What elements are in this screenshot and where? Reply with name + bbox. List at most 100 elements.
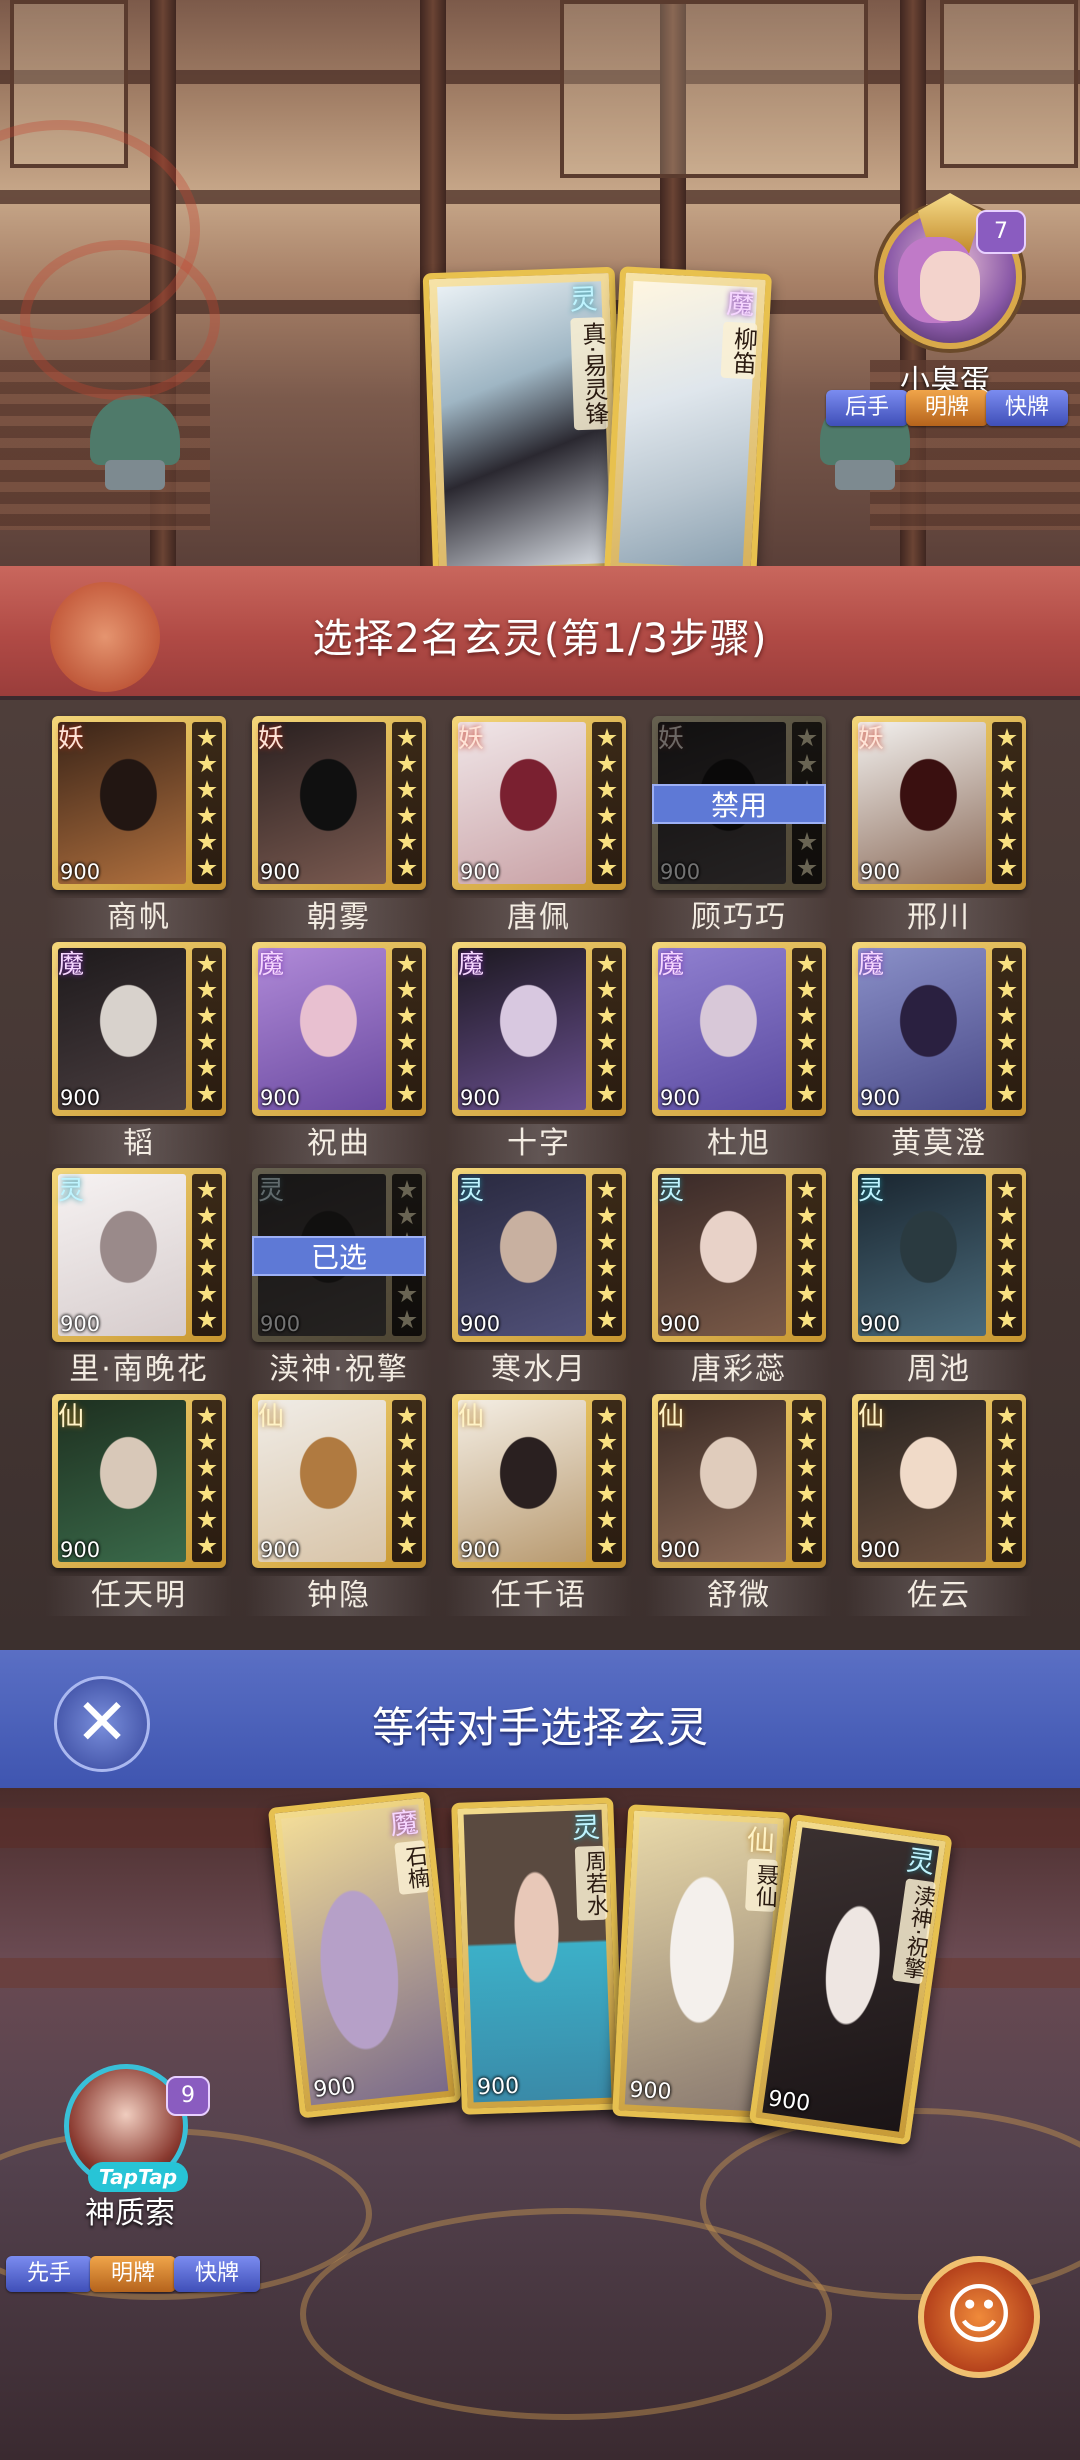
- star-icon: [397, 780, 417, 799]
- star-icon: [197, 728, 217, 747]
- star-icon: [797, 1432, 817, 1451]
- character-card[interactable]: 魔 900: [52, 942, 226, 1116]
- star-icon: [597, 1084, 617, 1103]
- faction-icon: 妖: [858, 724, 885, 754]
- emoji-button[interactable]: ☺: [918, 2256, 1040, 2378]
- character-cell[interactable]: 灵 900 周池: [846, 1168, 1052, 1396]
- card-cost: 900: [460, 1086, 501, 1110]
- star-icon: [397, 1084, 417, 1103]
- character-name: 唐佩: [446, 898, 632, 938]
- player-level-badge: 9: [166, 2076, 210, 2116]
- character-card[interactable]: 仙 900: [52, 1394, 226, 1568]
- character-name: 朝雾: [246, 898, 432, 938]
- player-name: 神质索: [85, 2196, 175, 2231]
- character-card[interactable]: 魔 900: [652, 942, 826, 1116]
- star-rating: [592, 1400, 622, 1562]
- opponent-tag-open-hand: 明牌: [906, 390, 988, 426]
- star-icon: [997, 1032, 1017, 1051]
- character-cell[interactable]: 灵 900 唐彩蕊: [646, 1168, 852, 1396]
- star-rating: [792, 1400, 822, 1562]
- star-icon: [797, 1206, 817, 1225]
- star-icon: [597, 1032, 617, 1051]
- faction-icon: 魔: [258, 950, 285, 980]
- character-cell[interactable]: 魔 900 韬: [46, 942, 252, 1170]
- character-card[interactable]: 灵 900: [52, 1168, 226, 1342]
- hand-card[interactable]: 魔石楠 900: [267, 1791, 462, 2119]
- star-icon: [397, 1284, 417, 1303]
- character-card[interactable]: 魔 900: [852, 942, 1026, 1116]
- character-cell[interactable]: 仙 900 舒微: [646, 1394, 852, 1622]
- character-card[interactable]: 仙 900: [852, 1394, 1026, 1568]
- star-icon: [197, 1510, 217, 1529]
- star-icon: [997, 954, 1017, 973]
- card-cost: 900: [660, 860, 701, 884]
- character-cell[interactable]: 妖 900 禁用 顾巧巧: [646, 716, 852, 944]
- hand-card[interactable]: 灵周若水 900: [451, 1797, 624, 2115]
- character-cell[interactable]: 灵 900 寒水月: [446, 1168, 652, 1396]
- star-icon: [597, 754, 617, 773]
- star-icon: [997, 780, 1017, 799]
- character-card[interactable]: 仙 900: [452, 1394, 626, 1568]
- character-card[interactable]: 妖 900: [852, 716, 1026, 890]
- player-tag-open-hand: 明牌: [90, 2256, 176, 2292]
- star-icon: [997, 1432, 1017, 1451]
- character-card[interactable]: 妖 900: [452, 716, 626, 890]
- character-card[interactable]: 灵 900: [452, 1168, 626, 1342]
- character-card[interactable]: 仙 900: [252, 1394, 426, 1568]
- star-icon: [797, 754, 817, 773]
- character-card[interactable]: 魔 900: [252, 942, 426, 1116]
- character-name: 邢川: [846, 898, 1032, 938]
- star-icon: [597, 1536, 617, 1555]
- character-cell[interactable]: 魔 900 祝曲: [246, 942, 452, 1170]
- character-cell[interactable]: 妖 900 邢川: [846, 716, 1052, 944]
- character-card[interactable]: 仙 900: [652, 1394, 826, 1568]
- character-cell[interactable]: 妖 900 唐佩: [446, 716, 652, 944]
- star-icon: [997, 806, 1017, 825]
- character-cell[interactable]: 仙 900 任天明: [46, 1394, 252, 1622]
- star-icon: [797, 1032, 817, 1051]
- character-cell[interactable]: 妖 900 商帆: [46, 716, 252, 944]
- star-rating: [392, 722, 422, 884]
- character-cell[interactable]: 仙 900 钟隐: [246, 1394, 452, 1622]
- character-card[interactable]: 灵 900: [852, 1168, 1026, 1342]
- star-icon: [197, 1032, 217, 1051]
- star-icon: [797, 980, 817, 999]
- character-card[interactable]: 妖 900: [52, 716, 226, 890]
- character-cell[interactable]: 灵 900 已选 渎神·祝擎: [246, 1168, 452, 1396]
- star-rating: [992, 1174, 1022, 1336]
- star-icon: [397, 858, 417, 877]
- card-cost: 900: [660, 1312, 701, 1336]
- star-icon: [997, 1258, 1017, 1277]
- faction-icon: 仙: [58, 1402, 85, 1432]
- star-icon: [397, 1206, 417, 1225]
- character-cell[interactable]: 妖 900 朝雾: [246, 716, 452, 944]
- character-cell[interactable]: 仙 900 佐云: [846, 1394, 1052, 1622]
- selected-card-2[interactable]: 魔 柳笛: [603, 266, 773, 584]
- star-icon: [997, 1284, 1017, 1303]
- star-icon: [197, 1310, 217, 1329]
- selected-card-1[interactable]: 灵 真·易灵锋: [422, 266, 626, 584]
- character-cell[interactable]: 灵 900 里·南晚花: [46, 1168, 252, 1396]
- character-name: 渎神·祝擎: [246, 1350, 432, 1390]
- star-icon: [197, 1484, 217, 1503]
- character-cell[interactable]: 魔 900 杜旭: [646, 942, 852, 1170]
- player-tag-turn: 先手: [6, 2256, 92, 2292]
- character-cell[interactable]: 魔 900 十字: [446, 942, 652, 1170]
- star-icon: [797, 1058, 817, 1077]
- star-icon: [597, 1206, 617, 1225]
- character-card[interactable]: 魔 900: [452, 942, 626, 1116]
- character-card[interactable]: 妖 900: [252, 716, 426, 890]
- character-name: 周池: [846, 1350, 1032, 1390]
- card-name: 石楠: [394, 1840, 430, 1895]
- card-cost: 900: [460, 1538, 501, 1562]
- faction-icon: 灵: [571, 1810, 601, 1845]
- star-icon: [197, 1536, 217, 1555]
- character-cell[interactable]: 魔 900 黄莫澄: [846, 942, 1052, 1170]
- character-card[interactable]: 灵 900: [652, 1168, 826, 1342]
- star-icon: [997, 1058, 1017, 1077]
- faction-icon: 灵: [258, 1176, 285, 1206]
- star-icon: [597, 1484, 617, 1503]
- character-cell[interactable]: 仙 900 任千语: [446, 1394, 652, 1622]
- character-name: 韬: [46, 1124, 232, 1164]
- star-rating: [392, 1400, 422, 1562]
